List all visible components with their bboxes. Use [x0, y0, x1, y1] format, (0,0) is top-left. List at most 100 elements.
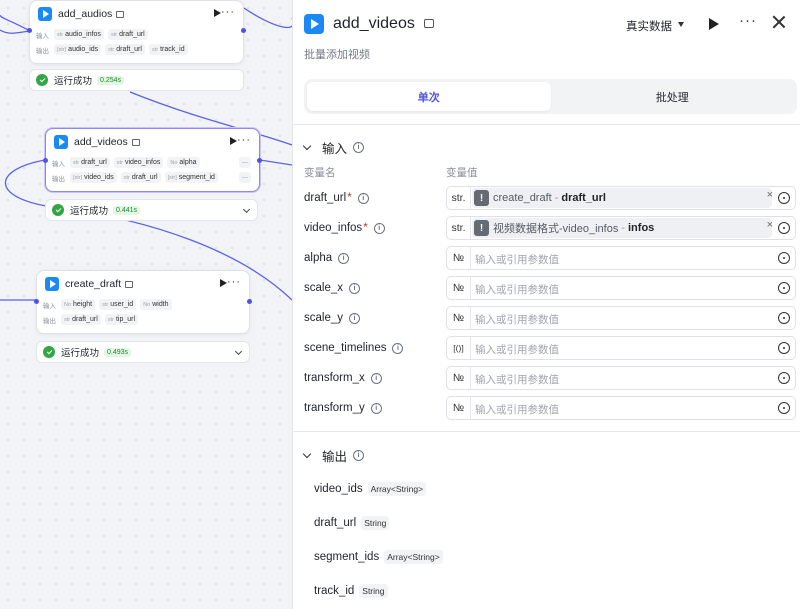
run-node-icon[interactable]	[220, 279, 227, 287]
info-icon[interactable]: i	[392, 342, 404, 354]
value-input[interactable]: 输入或引用参数值	[475, 252, 559, 267]
output-row: video_ids Array<String>	[314, 482, 427, 496]
type-badge: str.	[447, 217, 471, 239]
info-icon[interactable]: i	[370, 402, 382, 414]
input-port[interactable]	[34, 299, 39, 304]
reference-chip[interactable]: ! create_draft - draft_url	[472, 188, 772, 208]
more-params-chip: ···	[239, 172, 251, 183]
input-port[interactable]	[43, 158, 48, 163]
more-icon[interactable]: ···	[237, 134, 251, 146]
info-icon[interactable]: i	[370, 372, 382, 384]
tab-single[interactable]: 单次	[307, 82, 551, 111]
success-icon	[52, 204, 64, 216]
panel-title: add_videos	[333, 15, 415, 32]
param-chip: [str] video_ids	[70, 172, 117, 183]
node-detail-panel: add_videos 真实数据 ··· 批量添加视频 单次 批处理 输入 i 变…	[292, 0, 800, 609]
duration-badge: 0.254s	[97, 75, 125, 85]
node-inputs: 输入 No height str user_id No width	[37, 297, 249, 312]
info-icon[interactable]: i	[373, 222, 385, 234]
reference-picker-icon[interactable]	[778, 372, 790, 384]
node-add-audios[interactable]: add_audios ··· 输入 str audio_infos str draf…	[27, 0, 246, 64]
node-title: add_videos	[74, 136, 128, 148]
info-icon[interactable]: i	[338, 252, 350, 264]
value-input[interactable]: 输入或引用参数值	[475, 372, 559, 387]
value-field[interactable]: str. ! create_draft - draft_url ×	[446, 186, 796, 210]
clear-icon[interactable]: ×	[767, 219, 773, 231]
value-input[interactable]: 输入或引用参数值	[475, 312, 559, 327]
param-chip: str video_infos	[113, 157, 164, 168]
clear-icon[interactable]: ×	[767, 189, 773, 201]
info-icon[interactable]: i	[353, 450, 365, 461]
reference-picker-icon[interactable]	[778, 282, 790, 294]
input-row-scale-y: scale_y i № 输入或引用参数值	[293, 306, 800, 332]
panel-subtitle: 批量添加视频	[304, 49, 370, 61]
success-icon	[36, 74, 48, 86]
output-section-header[interactable]: 输出 i	[302, 446, 365, 465]
node-create-draft[interactable]: create_draft ··· 输入 No height str user_id …	[34, 270, 252, 334]
output-port[interactable]	[241, 28, 246, 33]
input-row-scale-x: scale_x i № 输入或引用参数值	[293, 276, 800, 302]
value-field[interactable]: str. ! 视频数据格式-video_infos - infos ×	[446, 216, 796, 240]
node-run-status[interactable]: 运行成功 0.493s	[36, 341, 250, 363]
chevron-down-icon[interactable]	[242, 205, 251, 214]
param-chip: [str] audio_ids	[54, 44, 102, 55]
value-field[interactable]: № 输入或引用参数值	[446, 396, 796, 420]
run-node-icon[interactable]	[230, 137, 237, 145]
value-field[interactable]: № 输入或引用参数值	[446, 276, 796, 300]
reference-picker-icon[interactable]	[778, 252, 790, 264]
reference-picker-icon[interactable]	[778, 312, 790, 324]
param-chip: str draft_url	[61, 314, 101, 325]
value-field[interactable]: № 输入或引用参数值	[446, 366, 796, 390]
chevron-down-icon[interactable]	[234, 347, 243, 356]
close-icon[interactable]	[771, 14, 787, 30]
info-icon[interactable]: i	[349, 312, 360, 324]
image-icon	[125, 280, 134, 288]
chevron-down-icon[interactable]	[302, 141, 312, 150]
data-mode-select[interactable]: 真实数据	[626, 18, 672, 34]
workflow-canvas[interactable]: add_audios ··· 输入 str audio_infos str draf…	[0, 0, 292, 609]
input-section-header[interactable]: 输入 i	[302, 138, 365, 157]
value-field[interactable]: № 输入或引用参数值	[446, 246, 796, 270]
value-input[interactable]: 输入或引用参数值	[475, 342, 559, 357]
value-field[interactable]: № 输入或引用参数值	[446, 306, 796, 330]
input-row-transform-y: transform_y i № 输入或引用参数值	[293, 396, 800, 422]
node-run-status[interactable]: 运行成功 0.254s	[29, 69, 244, 91]
info-icon[interactable]: i	[349, 282, 360, 294]
image-icon	[131, 138, 140, 146]
node-run-status[interactable]: 运行成功 0.441s	[45, 199, 258, 221]
run-node-icon[interactable]	[214, 9, 221, 17]
node-title: create_draft	[65, 278, 122, 290]
run-button[interactable]	[709, 18, 719, 30]
reference-chip[interactable]: ! 视频数据格式-video_infos - infos	[472, 218, 772, 238]
info-icon[interactable]: i	[353, 142, 365, 153]
value-field[interactable]: [()] 输入或引用参数值	[446, 336, 796, 360]
value-input[interactable]: 输入或引用参数值	[475, 402, 559, 417]
caret-down-icon[interactable]	[678, 22, 684, 27]
param-chip: str tip_url	[104, 314, 139, 325]
plugin-icon	[304, 14, 324, 34]
chevron-down-icon[interactable]	[302, 449, 312, 458]
more-icon[interactable]: ···	[227, 276, 241, 288]
info-icon[interactable]: i	[357, 192, 369, 204]
input-port[interactable]	[27, 28, 32, 33]
value-input[interactable]: 输入或引用参数值	[475, 282, 559, 297]
node-add-videos[interactable]: add_videos ··· 输入 str draft_url str video_…	[43, 128, 262, 192]
output-port[interactable]	[257, 158, 262, 163]
image-icon	[424, 19, 434, 28]
output-row: draft_url String	[314, 516, 390, 530]
output-port[interactable]	[247, 299, 252, 304]
param-chip: str track_id	[148, 44, 188, 55]
more-icon[interactable]: ···	[221, 6, 235, 18]
reference-picker-icon[interactable]	[778, 342, 790, 354]
more-icon[interactable]: ···	[739, 12, 757, 29]
plugin-icon	[45, 277, 59, 291]
type-tag: String	[359, 584, 388, 598]
reference-picker-icon[interactable]	[778, 222, 790, 234]
reference-picker-icon[interactable]	[778, 402, 790, 414]
tab-batch[interactable]: 批处理	[551, 82, 795, 111]
node-outputs: 输出 str draft_url str tip_url	[37, 312, 249, 327]
type-badge: №	[447, 307, 471, 329]
reference-picker-icon[interactable]	[778, 192, 790, 204]
node-outputs: 输出 [str] video_ids str draft_url [str] segm…	[46, 170, 259, 185]
param-chip: No height	[61, 299, 96, 310]
